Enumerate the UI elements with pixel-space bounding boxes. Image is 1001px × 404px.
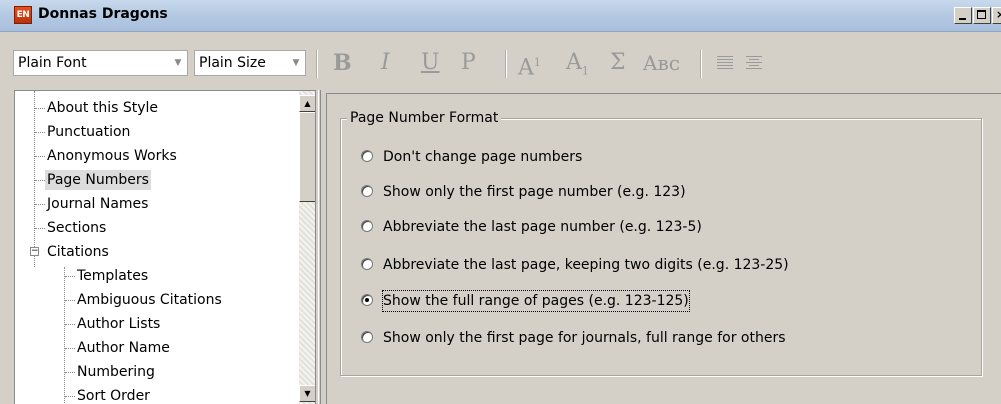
superscript-button[interactable]: A1 <box>518 48 541 81</box>
justify-icon[interactable] <box>717 55 733 69</box>
radio-button[interactable] <box>361 258 373 270</box>
tree-item-numbering[interactable]: Numbering <box>75 362 157 382</box>
app-window: EN Donnas Dragons × Plain Font ▼ Plain S… <box>0 0 1001 404</box>
option-label[interactable]: Abbreviate the last page, keeping two di… <box>383 255 789 275</box>
radio-button-selected[interactable] <box>361 294 373 306</box>
tree-item-citations[interactable]: Citations <box>45 242 111 262</box>
scroll-up-icon[interactable]: ▲ <box>299 95 315 112</box>
radio-button[interactable] <box>361 220 373 232</box>
radio-button[interactable] <box>361 185 373 197</box>
subscript-base: A <box>566 50 582 75</box>
superscript-mark: 1 <box>533 56 541 69</box>
italic-button[interactable]: I <box>381 48 390 78</box>
subscript-mark: 1 <box>581 64 589 78</box>
minimize-icon <box>959 18 966 20</box>
center-align-icon[interactable] <box>746 55 762 69</box>
panel-splitter[interactable] <box>318 90 321 404</box>
superscript-base: A <box>518 55 534 81</box>
options-panel: Page Number Format Don't change page num… <box>326 93 1001 404</box>
collapse-icon[interactable]: − <box>30 247 39 256</box>
tree-item-author-lists[interactable]: Author Lists <box>75 314 162 334</box>
minimize-button[interactable] <box>954 7 972 24</box>
underline-button[interactable]: U <box>421 48 440 78</box>
tree-scrollbar[interactable]: ▲ ▼ <box>299 91 315 404</box>
radio-button[interactable] <box>361 331 373 343</box>
toolbar: Plain Font ▼ Plain Size ▼ B I U P A1 A1 … <box>0 32 1001 90</box>
toolbar-separator <box>505 50 507 78</box>
close-icon: × <box>996 8 1001 21</box>
option-label[interactable]: Show the full range of pages (e.g. 123-1… <box>382 290 690 312</box>
sigma-button[interactable]: Σ <box>610 48 626 78</box>
maximize-icon <box>977 10 986 19</box>
toolbar-separator <box>700 50 702 78</box>
close-button[interactable]: × <box>992 7 1001 24</box>
option-label[interactable]: Abbreviate the last page number (e.g. 12… <box>383 217 702 237</box>
toolbar-separator <box>316 50 318 78</box>
tree-item-sections[interactable]: Sections <box>45 218 108 238</box>
window-title: Donnas Dragons <box>38 6 168 22</box>
chevron-down-icon[interactable]: ▼ <box>169 51 187 75</box>
style-tree[interactable]: About this Style Punctuation Anonymous W… <box>14 90 316 404</box>
small-caps-button[interactable]: Aʙᴄ <box>643 48 680 78</box>
scroll-thumb[interactable] <box>299 112 315 202</box>
chevron-down-icon[interactable]: ▼ <box>287 51 305 75</box>
page-number-format-legend: Page Number Format <box>347 110 502 126</box>
maximize-button[interactable] <box>973 7 991 24</box>
subscript-button[interactable]: A1 <box>566 48 589 78</box>
bold-button[interactable]: B <box>333 48 352 78</box>
option-label[interactable]: Show only the first page for journals, f… <box>383 328 786 348</box>
tree-item-ambiguous-citations[interactable]: Ambiguous Citations <box>75 290 224 310</box>
option-label[interactable]: Don't change page numbers <box>383 147 582 167</box>
tree-item-about-this-style[interactable]: About this Style <box>45 98 160 118</box>
app-icon: EN <box>14 6 32 24</box>
tree-guide <box>34 91 35 267</box>
title-bar: EN Donnas Dragons × <box>0 0 1001 32</box>
scroll-down-icon[interactable]: ▼ <box>299 385 315 402</box>
tree-item-anonymous-works[interactable]: Anonymous Works <box>45 146 179 166</box>
option-label[interactable]: Show only the first page number (e.g. 12… <box>383 182 686 202</box>
font-select[interactable]: Plain Font ▼ <box>13 50 188 76</box>
size-select-value: Plain Size <box>199 55 266 71</box>
tree-item-journal-names[interactable]: Journal Names <box>45 194 150 214</box>
tree-item-punctuation[interactable]: Punctuation <box>45 122 132 142</box>
tree-guide <box>64 267 65 404</box>
font-select-value: Plain Font <box>18 55 87 71</box>
radio-button[interactable] <box>361 150 373 162</box>
tree-item-templates[interactable]: Templates <box>75 266 150 286</box>
plain-button[interactable]: P <box>461 48 476 78</box>
tree-item-page-numbers[interactable]: Page Numbers <box>45 170 151 190</box>
size-select[interactable]: Plain Size ▼ <box>194 50 306 76</box>
tree-item-author-name[interactable]: Author Name <box>75 338 172 358</box>
tree-item-sort-order[interactable]: Sort Order <box>75 386 152 404</box>
